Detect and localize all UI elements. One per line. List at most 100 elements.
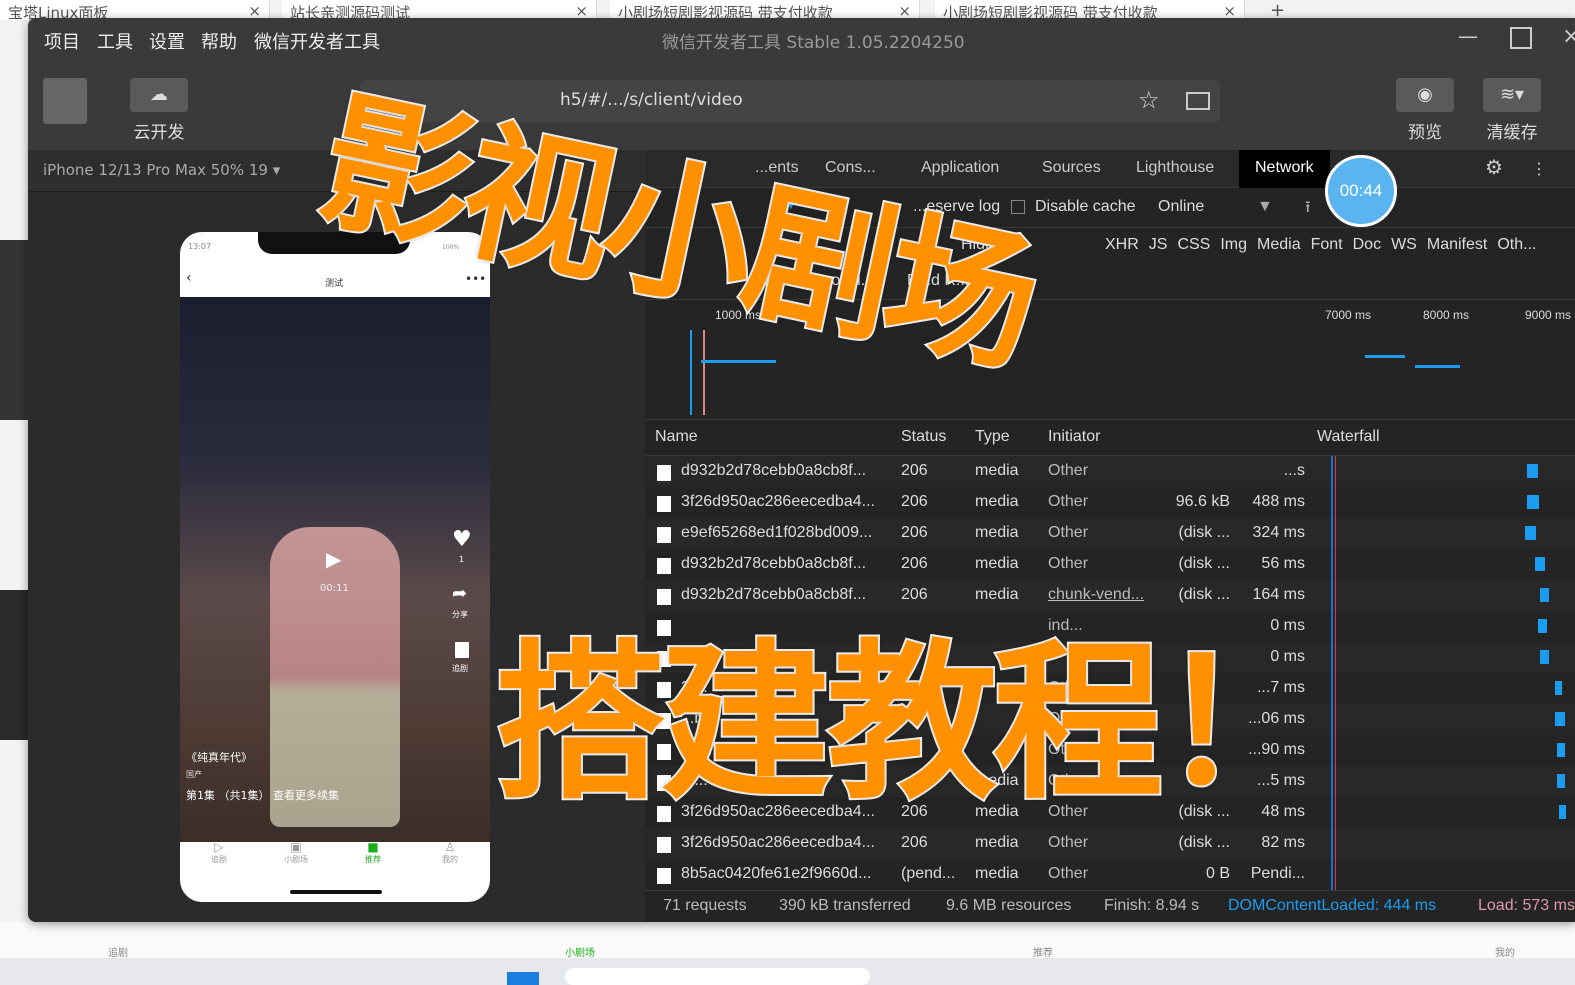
waterfall-bar: [1538, 619, 1547, 633]
show-title: 《纯真年代》: [186, 751, 252, 764]
waterfall-bar: [1540, 650, 1549, 664]
nav-item[interactable]: 追剧: [108, 944, 128, 959]
request-status: 206: [901, 462, 928, 479]
windows-start-icon[interactable]: [507, 972, 539, 985]
col-name[interactable]: Name: [655, 428, 698, 446]
throttle-select[interactable]: Online: [1158, 198, 1204, 216]
upload-icon[interactable]: ⭱: [1305, 196, 1311, 223]
device-select[interactable]: iPhone 12/13 Pro Max 50% 19 ▾: [43, 161, 280, 179]
file-icon: [657, 496, 671, 512]
cloud-icon: ☁: [150, 84, 168, 105]
preview-button[interactable]: ◉: [1396, 78, 1454, 112]
menu-settings[interactable]: 设置: [149, 28, 185, 54]
waterfall-bar: [1557, 774, 1565, 788]
table-row[interactable]: 3f26d950ac286eecedba4... 206 media Other…: [645, 828, 1575, 859]
phone-nav-item[interactable]: ■ 推荐: [338, 840, 408, 865]
share-label: 分享: [452, 610, 468, 619]
col-status[interactable]: Status: [901, 428, 946, 446]
share-icon[interactable]: ➦: [452, 583, 467, 604]
phone-nav-item[interactable]: ▷ 追剧: [184, 840, 254, 865]
phone-nav-item[interactable]: ▣ 小剧场: [261, 840, 331, 865]
request-time: 82 ms: [1261, 834, 1305, 851]
maximize-icon[interactable]: [1510, 27, 1532, 49]
col-waterfall[interactable]: Waterfall: [1317, 428, 1380, 446]
waterfall-bar: [1527, 495, 1539, 509]
filter-other[interactable]: Oth...: [1497, 236, 1536, 254]
play-icon: ▷: [214, 840, 224, 854]
more-vertical-icon[interactable]: ⋮: [1531, 159, 1547, 179]
request-initiator: Other: [1048, 493, 1089, 510]
gear-icon[interactable]: ⚙: [1485, 155, 1503, 180]
request-name: d932b2d78cebb0a8cb8f...: [681, 555, 867, 572]
menu-project[interactable]: 项目: [44, 28, 80, 54]
heart-icon[interactable]: ♥: [452, 527, 472, 552]
request-name: 8b5ac0420fe61e2f9660d...: [681, 865, 872, 882]
nav-item[interactable]: 小剧场: [565, 944, 595, 959]
request-time: 488 ms: [1252, 493, 1305, 510]
col-type[interactable]: Type: [975, 428, 1010, 446]
page-bottom-nav: 追剧 小剧场 推荐 我的: [0, 922, 1575, 959]
table-row[interactable]: 8b5ac0420fe61e2f9660d... (pend... media …: [645, 859, 1575, 890]
table-row[interactable]: e9ef65268ed1f028bd009... 206 media Other…: [645, 518, 1575, 549]
filter-font[interactable]: Font: [1311, 236, 1343, 254]
tab-network[interactable]: Network: [1239, 150, 1330, 188]
timeline-tick: 8000 ms: [1423, 308, 1470, 322]
tab-lighthouse[interactable]: Lighthouse: [1136, 159, 1214, 177]
timeline-bar: [1365, 355, 1405, 358]
filter-doc[interactable]: Doc: [1353, 236, 1381, 254]
filter-css[interactable]: CSS: [1177, 236, 1210, 254]
request-initiator: Other: [1048, 462, 1089, 479]
tab-sources[interactable]: Sources: [1042, 159, 1101, 177]
clear-cache-button[interactable]: ≋▾: [1483, 78, 1541, 112]
video-player[interactable]: ▶ 00:11 ♥ 1 ➦ 分享 追剧 《纯真年代》 国产 第1集 （共1集） …: [180, 297, 490, 842]
browser-tab[interactable]: 宝塔Linux面板 ×: [0, 0, 270, 20]
filter-ws[interactable]: WS: [1391, 236, 1417, 254]
status-time: 13:07: [188, 242, 212, 251]
recommend-icon: ■: [367, 840, 379, 854]
filter-img[interactable]: Img: [1220, 236, 1247, 254]
cloud-button[interactable]: ☁: [130, 78, 188, 112]
table-row[interactable]: d932b2d78cebb0a8cb8f... 206 media Other …: [645, 456, 1575, 487]
folder-icon[interactable]: [1186, 92, 1210, 110]
nav-item[interactable]: 我的: [1495, 944, 1515, 959]
browser-tab[interactable]: 小剧场短剧影视源码 带支付收款 ×: [610, 0, 920, 20]
waterfall-bar: [1555, 681, 1562, 695]
waterfall-bar: [1525, 526, 1536, 540]
request-name: e9ef65268ed1f028bd009...: [681, 524, 873, 541]
request-initiator: Other: [1048, 865, 1089, 882]
menu-tools[interactable]: 工具: [97, 28, 133, 54]
background-image: [0, 590, 28, 740]
episode-info[interactable]: 第1集 （共1集） 查看更多续集: [186, 787, 339, 803]
phone-nav-item[interactable]: ♙ 我的: [415, 840, 485, 865]
avatar[interactable]: [43, 78, 87, 124]
play-icon[interactable]: ▶: [326, 547, 341, 571]
timeline-marker: [703, 330, 705, 415]
browser-tab[interactable]: 小剧场短剧影视源码 带支付收款 ×: [935, 0, 1245, 20]
chevron-down-icon[interactable]: ▼: [1257, 198, 1273, 216]
request-name: d932b2d78cebb0a8cb8f...: [681, 462, 867, 479]
request-initiator: Other: [1048, 555, 1089, 572]
star-icon[interactable]: ☆: [1138, 86, 1160, 114]
request-size: (disk ...: [1178, 834, 1230, 851]
filter-manifest[interactable]: Manifest: [1427, 236, 1487, 254]
finish-time: Finish: 8.94 s: [1104, 897, 1200, 914]
taskbar-search[interactable]: [565, 968, 870, 985]
request-status: 206: [901, 493, 928, 510]
filter-xhr[interactable]: XHR: [1105, 236, 1139, 254]
request-size: (disk ...: [1178, 555, 1230, 572]
menu-help[interactable]: 帮助: [201, 28, 237, 54]
col-initiator[interactable]: Initiator: [1048, 428, 1100, 446]
minimize-icon[interactable]: —: [1458, 24, 1478, 48]
table-row[interactable]: d932b2d78cebb0a8cb8f... 206 media Other …: [645, 549, 1575, 580]
bookmark-icon[interactable]: [455, 642, 469, 658]
table-row[interactable]: 3f26d950ac286eecedba4... 206 media Other…: [645, 487, 1575, 518]
waterfall-bar: [1555, 712, 1565, 726]
back-icon[interactable]: ‹: [186, 270, 192, 286]
request-status: 206: [901, 524, 928, 541]
filter-media[interactable]: Media: [1257, 236, 1301, 254]
close-icon[interactable]: ×: [1562, 24, 1575, 49]
nav-item[interactable]: 推荐: [1033, 944, 1053, 959]
browser-tab[interactable]: 站长亲测源码测试 ×: [282, 0, 597, 20]
request-type: media: [975, 462, 1019, 479]
filter-js[interactable]: JS: [1149, 236, 1168, 254]
